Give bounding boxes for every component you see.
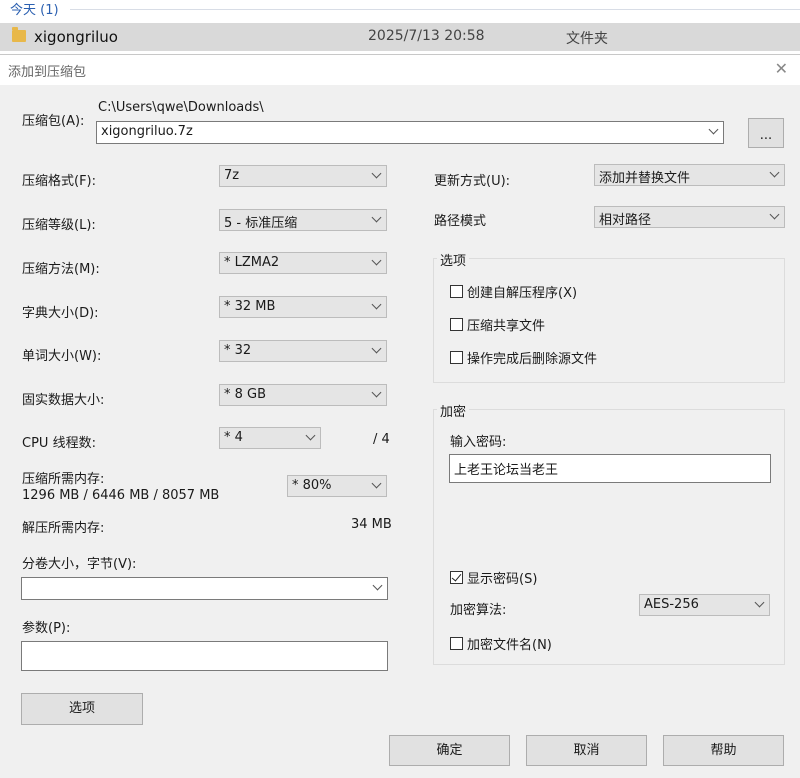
update-label: 更新方式(U): bbox=[434, 174, 511, 189]
word-select[interactable]: * 32 bbox=[219, 340, 387, 362]
path-mode-label: 路径模式 bbox=[434, 214, 487, 229]
threads-select[interactable]: * 4 bbox=[219, 427, 321, 449]
method-select[interactable]: * LZMA2 bbox=[219, 252, 387, 274]
file-explorer-background: 今天 (1) xigongriluo 2025/7/13 20:58 文件夹 bbox=[0, 0, 800, 54]
encryption-method-select[interactable]: AES-256 bbox=[639, 594, 770, 616]
mem-compress-label: 压缩所需内存: bbox=[22, 472, 105, 487]
chevron-down-icon bbox=[754, 597, 765, 608]
update-select[interactable]: 添加并替换文件 bbox=[594, 164, 785, 186]
method-label: 压缩方法(M): bbox=[22, 262, 100, 277]
chevron-down-icon bbox=[769, 209, 780, 220]
chevron-down-icon bbox=[371, 168, 382, 179]
chevron-down-icon[interactable] bbox=[372, 580, 383, 591]
chevron-down-icon bbox=[371, 212, 382, 223]
checkbox-icon bbox=[450, 637, 463, 650]
options-group-title: 选项 bbox=[437, 250, 470, 269]
volume-label: 分卷大小，字节(V): bbox=[22, 557, 137, 572]
options-button[interactable]: 选项 bbox=[21, 693, 143, 725]
checkbox-icon bbox=[450, 285, 463, 298]
file-row[interactable]: xigongriluo 2025/7/13 20:58 文件夹 bbox=[0, 23, 800, 51]
chevron-down-icon bbox=[371, 299, 382, 310]
word-label: 单词大小(W): bbox=[22, 349, 102, 364]
chevron-down-icon bbox=[371, 343, 382, 354]
encrypt-names-label: 加密文件名(N) bbox=[467, 638, 552, 653]
close-icon[interactable]: ✕ bbox=[775, 59, 788, 78]
solid-select[interactable]: * 8 GB bbox=[219, 384, 387, 406]
format-label: 压缩格式(F): bbox=[22, 174, 97, 189]
date-group-header[interactable]: 今天 (1) bbox=[0, 0, 800, 18]
checkbox-checked-icon bbox=[450, 571, 463, 584]
dict-value: * 32 MB bbox=[224, 299, 276, 314]
encryption-method-label: 加密算法: bbox=[450, 603, 507, 618]
mem-usage-value: * 80% bbox=[292, 478, 332, 493]
level-select[interactable]: 5 - 标准压缩 bbox=[219, 209, 387, 231]
chevron-down-icon bbox=[769, 167, 780, 178]
chevron-down-icon bbox=[371, 255, 382, 266]
solid-label: 固实数据大小: bbox=[22, 393, 105, 408]
delete-source-checkbox[interactable]: 操作完成后删除源文件 bbox=[450, 348, 597, 367]
group-divider bbox=[70, 9, 800, 10]
threads-value: * 4 bbox=[224, 430, 243, 445]
encryption-method-value: AES-256 bbox=[644, 597, 699, 612]
volume-input[interactable] bbox=[21, 577, 388, 600]
help-button[interactable]: 帮助 bbox=[663, 735, 784, 766]
encryption-group-title: 加密 bbox=[437, 401, 470, 420]
archive-name-value: xigongriluo.7z bbox=[101, 124, 193, 139]
level-label: 压缩等级(L): bbox=[22, 218, 96, 233]
file-name: xigongriluo bbox=[34, 28, 118, 46]
threads-max: / 4 bbox=[373, 432, 390, 447]
checkbox-icon bbox=[450, 351, 463, 364]
mem-decompress-value: 34 MB bbox=[351, 517, 392, 532]
archive-label: 压缩包(A): bbox=[22, 114, 85, 129]
dict-select[interactable]: * 32 MB bbox=[219, 296, 387, 318]
date-group-label: 今天 (1) bbox=[10, 3, 59, 18]
update-value: 添加并替换文件 bbox=[599, 171, 691, 186]
format-value: 7z bbox=[224, 168, 240, 183]
shared-files-label: 压缩共享文件 bbox=[467, 319, 546, 334]
mem-usage-select[interactable]: * 80% bbox=[287, 475, 387, 497]
browse-button[interactable]: ... bbox=[748, 118, 784, 148]
archive-name-input[interactable]: xigongriluo.7z bbox=[96, 121, 724, 144]
encrypt-names-checkbox[interactable]: 加密文件名(N) bbox=[450, 634, 552, 653]
sfx-label: 创建自解压程序(X) bbox=[467, 286, 578, 301]
delete-source-label: 操作完成后删除源文件 bbox=[467, 352, 598, 367]
dict-label: 字典大小(D): bbox=[22, 306, 99, 321]
format-select[interactable]: 7z bbox=[219, 165, 387, 187]
cancel-button[interactable]: 取消 bbox=[526, 735, 647, 766]
checkbox-icon bbox=[450, 318, 463, 331]
path-mode-select[interactable]: 相对路径 bbox=[594, 206, 785, 228]
params-input[interactable] bbox=[21, 641, 388, 671]
folder-icon bbox=[12, 27, 26, 42]
mem-compress-detail: 1296 MB / 6446 MB / 8057 MB bbox=[22, 488, 220, 503]
path-mode-value: 相对路径 bbox=[599, 213, 652, 228]
file-type: 文件夹 bbox=[566, 31, 608, 47]
chevron-down-icon bbox=[305, 430, 316, 441]
archive-path: C:\Users\qwe\Downloads\ bbox=[98, 100, 264, 115]
solid-value: * 8 GB bbox=[224, 387, 267, 402]
file-date: 2025/7/13 20:58 bbox=[368, 28, 485, 44]
show-password-checkbox[interactable]: 显示密码(S) bbox=[450, 568, 537, 587]
mem-decompress-label: 解压所需内存: bbox=[22, 521, 105, 536]
add-to-archive-dialog: 添加到压缩包 ✕ 压缩包(A): C:\Users\qwe\Downloads\… bbox=[0, 54, 800, 778]
level-value: 5 - 标准压缩 bbox=[224, 216, 298, 231]
chevron-down-icon bbox=[371, 478, 382, 489]
ok-button[interactable]: 确定 bbox=[389, 735, 510, 766]
word-value: * 32 bbox=[224, 343, 252, 358]
shared-files-checkbox[interactable]: 压缩共享文件 bbox=[450, 315, 545, 334]
dialog-titlebar: 添加到压缩包 ✕ bbox=[0, 55, 800, 85]
show-password-label: 显示密码(S) bbox=[467, 572, 538, 587]
sfx-checkbox[interactable]: 创建自解压程序(X) bbox=[450, 282, 577, 301]
params-label: 参数(P): bbox=[22, 621, 71, 636]
chevron-down-icon bbox=[371, 387, 382, 398]
method-value: * LZMA2 bbox=[224, 255, 280, 270]
dialog-title: 添加到压缩包 bbox=[8, 65, 87, 80]
chevron-down-icon[interactable] bbox=[708, 124, 719, 135]
threads-label: CPU 线程数: bbox=[22, 436, 96, 451]
password-label: 输入密码: bbox=[450, 435, 507, 450]
password-input[interactable]: 上老王论坛当老王 bbox=[449, 454, 771, 483]
